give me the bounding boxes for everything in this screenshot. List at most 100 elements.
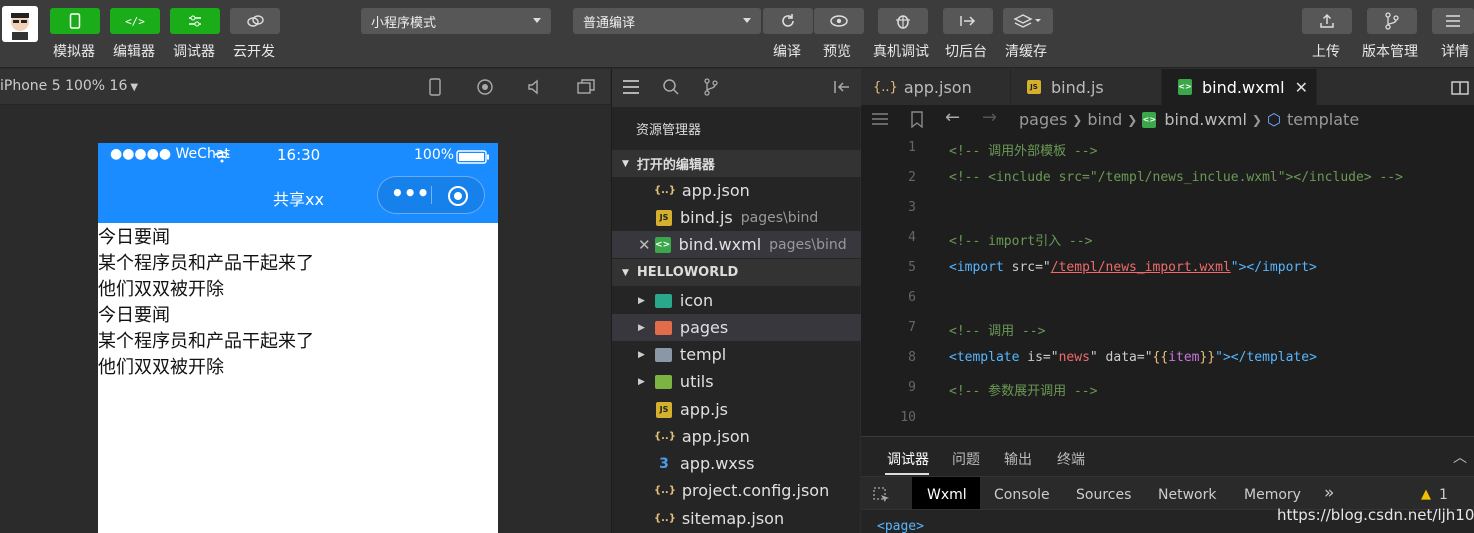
phone-screen[interactable]: ●●●●● WeChat 16:30 100% 共享xx ••• 今日要闻 某个…	[98, 143, 498, 533]
avatar[interactable]	[2, 6, 38, 42]
speaker-icon[interactable]	[526, 78, 544, 96]
file-name: app.js	[680, 400, 728, 419]
folder-icon	[654, 347, 672, 362]
file-explorer: 资源管理器 ▼ 打开的编辑器 {..} app.json JS bind.js …	[611, 69, 861, 533]
search-icon[interactable]	[662, 78, 680, 96]
clear-cache-button[interactable]	[1003, 8, 1053, 34]
split-editor-icon[interactable]	[1451, 80, 1469, 96]
preview-label: 预览	[823, 44, 851, 60]
source-control-icon[interactable]	[702, 78, 720, 96]
tab-bind-wxml[interactable]: <> bind.wxml ✕	[1162, 69, 1317, 105]
folder-item[interactable]: ▶ utils	[612, 368, 861, 395]
tab-memory[interactable]: Memory	[1244, 487, 1301, 503]
breadcrumb-item[interactable]: bind.wxml	[1164, 110, 1247, 129]
editor-toggle-button[interactable]: </>	[110, 8, 160, 34]
phone-icon	[69, 13, 81, 29]
content-line: 他们双双被开除	[98, 279, 224, 300]
details-button[interactable]	[1432, 8, 1474, 34]
close-icon[interactable]: ✕	[638, 236, 651, 254]
more-dots-icon[interactable]: •••	[391, 181, 429, 205]
code-line: 5 <import src="/templ/news_import.wxml">…	[861, 253, 1474, 283]
forward-arrow-icon[interactable]: →	[982, 107, 997, 128]
project-label: HELLOWORLD	[636, 265, 739, 280]
tab-console[interactable]: Console	[994, 487, 1050, 503]
file-item[interactable]: {..} project.config.json	[612, 477, 861, 504]
compile-button[interactable]	[763, 8, 813, 34]
file-item[interactable]: {..} sitemap.json	[612, 505, 861, 532]
tab-terminal[interactable]: 终端	[1057, 449, 1085, 469]
active-tab-underline	[885, 473, 929, 475]
code-text: <!-- import引入 -->	[949, 234, 1093, 249]
warning-icon[interactable]: ▲	[1421, 487, 1431, 502]
simulator-label: 模拟器	[53, 44, 95, 60]
tab-problems[interactable]: 问题	[952, 449, 980, 469]
tab-output[interactable]: 输出	[1004, 449, 1032, 469]
caret-right-icon: ▶	[638, 295, 645, 306]
tab-bind-js[interactable]: JS bind.js	[1011, 69, 1162, 105]
folder-item[interactable]: ▶ icon	[612, 287, 861, 314]
remote-debug-button[interactable]	[878, 8, 928, 34]
nav-title: 共享xx	[273, 190, 324, 209]
background-button[interactable]	[943, 8, 993, 34]
breadcrumb-item[interactable]: pages	[1019, 110, 1067, 129]
tab-app-json[interactable]: {..} app.json	[861, 69, 1011, 105]
arrow-right-bar-icon	[960, 16, 976, 26]
bookmark-icon[interactable]	[911, 111, 923, 128]
device-select[interactable]: iPhone 5 100% 16 ▼	[0, 78, 138, 94]
popout-window-icon[interactable]	[576, 78, 596, 96]
capsule-button[interactable]: •••	[377, 176, 485, 214]
code-token: <import	[949, 260, 1004, 275]
simulator-toggle-button[interactable]	[50, 8, 100, 34]
open-editor-path: pages\bind	[769, 236, 847, 253]
compile-label: 编译	[773, 44, 801, 60]
chevron-down-icon	[533, 18, 541, 23]
tab-debugger[interactable]: 调试器	[887, 449, 929, 469]
open-editor-name: bind.wxml	[678, 235, 762, 254]
css-file-icon: 3	[659, 455, 669, 472]
back-arrow-icon[interactable]: ←	[945, 107, 960, 128]
upload-button[interactable]	[1302, 8, 1352, 34]
collapse-panel-icon[interactable]	[832, 79, 852, 95]
open-editor-item[interactable]: {..} app.json	[612, 177, 861, 204]
js-file-icon: JS	[656, 209, 672, 226]
folder-item[interactable]: ▶ templ	[612, 341, 861, 368]
caret-down-icon: ▼	[130, 82, 139, 93]
close-mini-program-icon[interactable]	[447, 185, 469, 207]
chevron-right-icon: ❯	[1251, 112, 1262, 127]
debugger-label: 调试器	[173, 44, 215, 60]
chevron-up-icon[interactable]: ︿	[1453, 447, 1467, 467]
line-number: 1	[908, 140, 916, 155]
breadcrumb-item[interactable]: bind	[1087, 110, 1122, 129]
version-button[interactable]	[1367, 8, 1417, 34]
phone-icon[interactable]	[428, 78, 442, 96]
file-item[interactable]: 3 app.wxss	[612, 450, 861, 477]
compile-select[interactable]: 普通编译	[573, 8, 761, 34]
folder-item[interactable]: ▶ pages	[612, 314, 861, 341]
project-section[interactable]: ▼ HELLOWORLD	[612, 259, 861, 286]
tab-sources[interactable]: Sources	[1076, 487, 1131, 503]
cloud-dev-button[interactable]	[230, 8, 280, 34]
preview-button[interactable]	[814, 8, 864, 34]
mode-select[interactable]: 小程序模式	[361, 8, 551, 34]
code-area[interactable]: 1 <!-- 调用外部模板 --> 2 <!-- <include src="/…	[861, 133, 1474, 437]
open-editor-item[interactable]: JS bind.js pages\bind	[612, 204, 861, 231]
record-icon[interactable]	[476, 78, 494, 96]
content-line: 今日要闻	[98, 305, 170, 326]
debugger-toggle-button[interactable]	[170, 8, 220, 34]
open-editor-name: bind.js	[680, 208, 733, 227]
breadcrumb-item[interactable]: template	[1287, 110, 1359, 129]
folder-icon	[654, 374, 672, 389]
open-editors-section[interactable]: ▼ 打开的编辑器	[612, 150, 861, 177]
top-toolbar: </> 模拟器 编辑器 调试器 云开发 小程序模式 普通编译 编译 预览 真机调…	[0, 0, 1474, 68]
files-list-icon[interactable]	[622, 79, 640, 95]
more-tabs-icon[interactable]: »	[1324, 483, 1334, 503]
file-item[interactable]: JS app.js	[612, 396, 861, 423]
file-item[interactable]: {..} app.json	[612, 423, 861, 450]
code-text: <!-- 调用 -->	[949, 324, 1046, 339]
tab-network[interactable]: Network	[1158, 487, 1216, 503]
outline-list-icon[interactable]	[871, 112, 889, 126]
dom-page-node[interactable]: <page>	[877, 519, 924, 533]
open-editor-item-active[interactable]: ✕ <> bind.wxml pages\bind	[612, 231, 861, 258]
close-icon[interactable]: ✕	[1295, 78, 1308, 97]
inspect-element-icon[interactable]	[873, 487, 891, 505]
